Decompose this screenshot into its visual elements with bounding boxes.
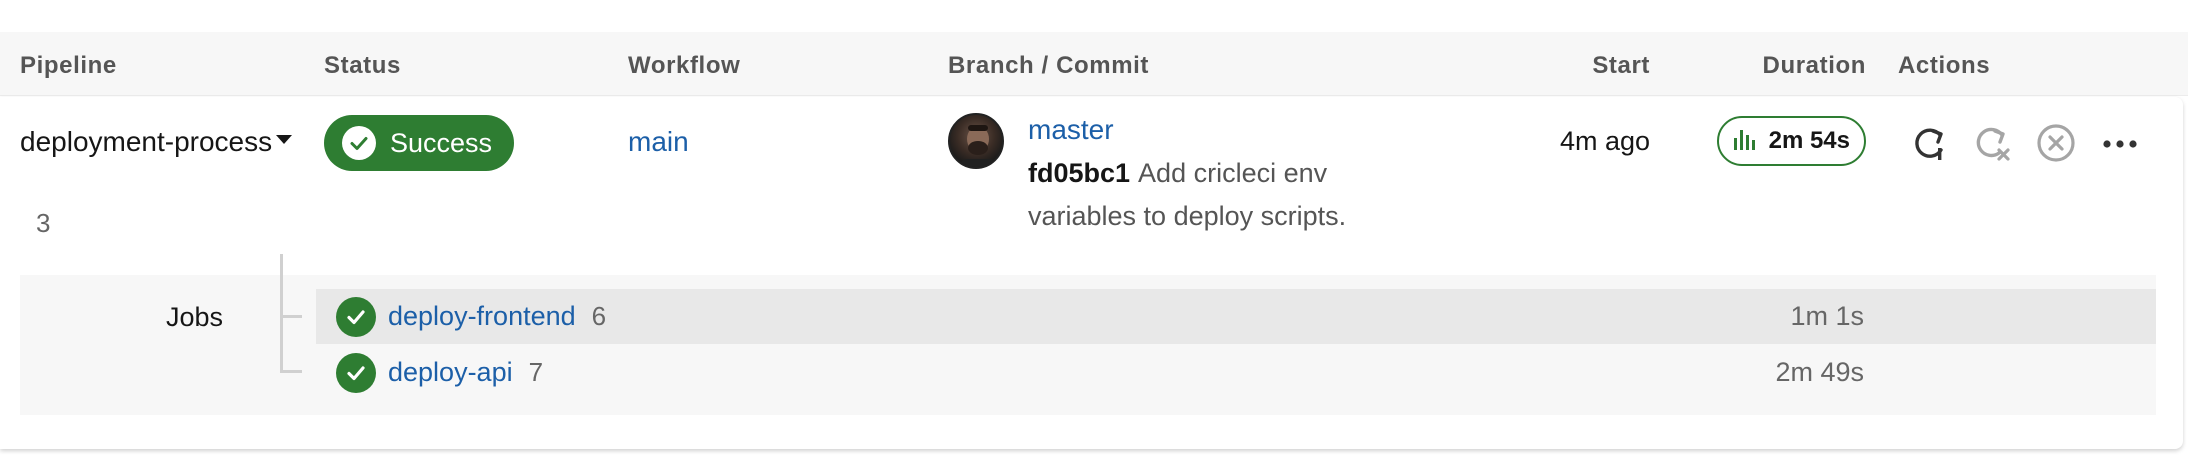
header-actions: Actions xyxy=(1898,52,1991,79)
jobs-label: Jobs xyxy=(166,302,224,332)
expand-caret-icon[interactable] xyxy=(276,135,292,144)
header-workflow: Workflow xyxy=(628,52,741,79)
commit-message-line2: variables to deploy scripts. xyxy=(1028,201,1347,231)
job-duration: 1m 1s xyxy=(1790,301,1864,331)
avatar[interactable] xyxy=(948,113,1004,169)
job-row[interactable]: deploy-api 7 2m 49s xyxy=(316,345,2156,400)
status-badge[interactable]: Success xyxy=(324,115,515,171)
rerun-failed-icon[interactable] xyxy=(1972,123,2012,163)
workflow-link[interactable]: main xyxy=(628,126,689,158)
header-status: Status xyxy=(324,52,401,79)
header-start: Start xyxy=(1592,52,1650,79)
job-duration: 2m 49s xyxy=(1775,357,1864,387)
more-icon[interactable] xyxy=(2100,123,2140,163)
tree-branch xyxy=(280,315,302,318)
header-branch-commit: Branch / Commit xyxy=(948,52,1150,79)
job-row[interactable]: deploy-frontend 6 1m 1s xyxy=(316,289,2156,344)
job-number: 6 xyxy=(591,301,607,331)
commit-message-line1: Add cricleci env xyxy=(1138,158,1328,188)
job-link[interactable]: deploy-api xyxy=(388,357,513,388)
commit-hash[interactable]: fd05bc1 xyxy=(1028,158,1130,188)
duration-button[interactable]: 2m 54s xyxy=(1716,116,1866,166)
job-link[interactable]: deploy-frontend xyxy=(388,301,576,332)
pipeline-number: 3 xyxy=(36,208,51,238)
duration-value: 2m 54s xyxy=(1768,127,1850,154)
tree-branch xyxy=(280,370,302,373)
branch-link[interactable]: master xyxy=(1028,114,1114,146)
start-time: 4m ago xyxy=(1559,126,1650,156)
tree-connector xyxy=(280,254,283,372)
status-label: Success xyxy=(390,127,493,158)
header-duration: Duration xyxy=(1762,52,1866,79)
page-top xyxy=(0,0,2188,32)
rerun-icon[interactable] xyxy=(1910,123,1950,163)
header-pipeline: Pipeline xyxy=(20,52,117,79)
check-icon xyxy=(336,352,376,393)
check-icon xyxy=(342,126,376,160)
cancel-icon[interactable] xyxy=(2036,123,2076,163)
pipeline-name[interactable]: deployment-process xyxy=(20,118,290,165)
check-icon xyxy=(336,296,376,337)
job-number: 7 xyxy=(528,357,544,387)
bar-chart-icon xyxy=(1733,126,1755,157)
commit-info: fd05bc1 Add cricleci env xyxy=(1028,158,1327,189)
